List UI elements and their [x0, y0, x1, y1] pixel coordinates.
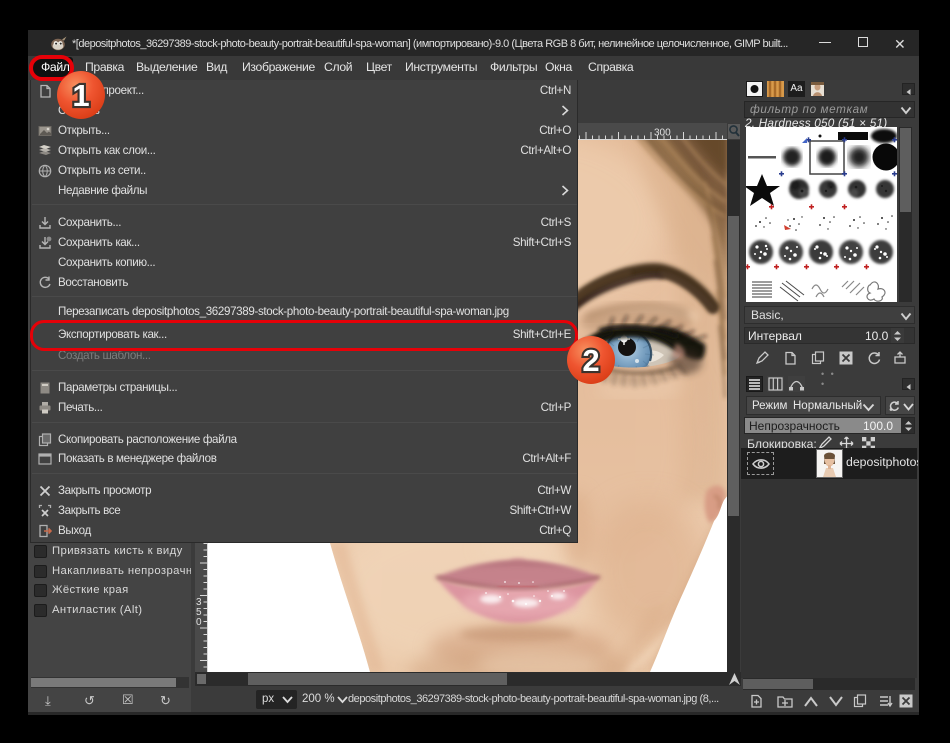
svg-text:0: 0 [196, 617, 202, 628]
svg-text:300: 300 [654, 128, 671, 139]
svg-text:1: 1 [72, 78, 89, 113]
svg-text:2: 2 [582, 343, 599, 378]
